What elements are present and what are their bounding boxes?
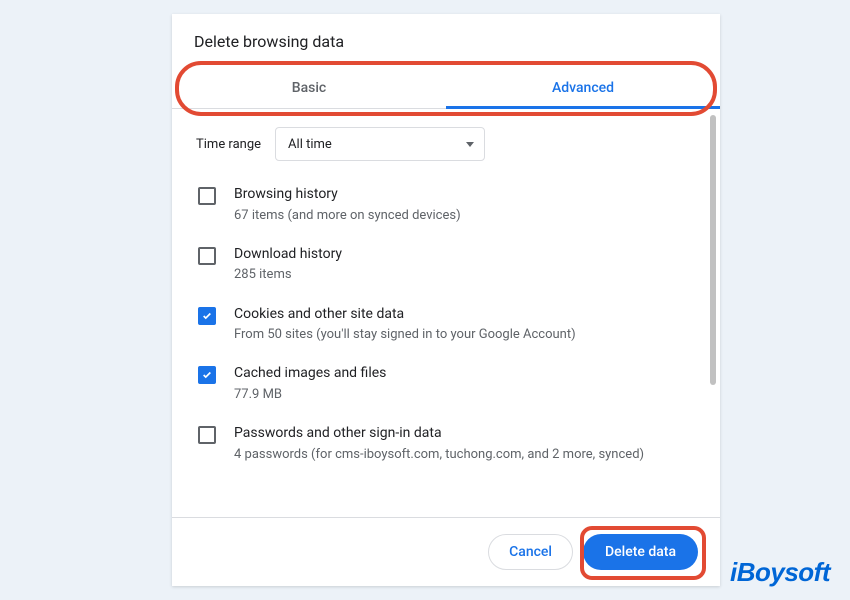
item-subtitle: From 50 sites (you'll stay signed in to … [234,326,576,344]
dialog-title: Delete browsing data [172,14,720,67]
item-subtitle: 77.9 MB [234,386,386,404]
delete-data-button[interactable]: Delete data [583,534,698,570]
time-range-row: Time range All time [196,109,696,175]
checkbox-cookies[interactable] [198,307,216,325]
dialog-body: Time range All time Browsing history 67 … [172,109,720,517]
item-subtitle: 285 items [234,266,342,284]
item-subtitle: 67 items (and more on synced devices) [234,207,461,225]
check-icon [202,311,212,321]
data-type-list: Browsing history 67 items (and more on s… [196,175,696,474]
item-text: Download history 285 items [234,245,342,285]
checkbox-cached[interactable] [198,366,216,384]
tab-advanced[interactable]: Advanced [446,67,720,108]
list-item-cached: Cached images and files 77.9 MB [196,354,696,414]
delete-data-button-label: Delete data [605,544,676,560]
item-title: Browsing history [234,185,461,205]
scrollbar[interactable] [710,115,716,385]
check-icon [202,370,212,380]
list-item-passwords: Passwords and other sign-in data 4 passw… [196,414,696,474]
time-range-select[interactable]: All time [275,127,485,161]
tab-advanced-label: Advanced [552,80,614,96]
checkbox-browsing-history[interactable] [198,187,216,205]
item-text: Passwords and other sign-in data 4 passw… [234,424,644,464]
checkbox-download-history[interactable] [198,247,216,265]
item-title: Download history [234,245,342,265]
time-range-label: Time range [196,137,261,152]
item-subtitle: 4 passwords (for cms-iboysoft.com, tucho… [234,446,644,464]
delete-browsing-data-dialog: Delete browsing data Basic Advanced Time… [172,14,720,586]
item-text: Cached images and files 77.9 MB [234,364,386,404]
checkbox-passwords[interactable] [198,426,216,444]
item-title: Cached images and files [234,364,386,384]
cancel-button[interactable]: Cancel [488,534,573,570]
dialog-footer: Cancel Delete data [172,517,720,586]
scrollbar-thumb[interactable] [710,115,716,385]
cancel-button-label: Cancel [509,544,552,560]
item-text: Cookies and other site data From 50 site… [234,305,576,345]
chevron-down-icon [466,142,474,147]
time-range-value: All time [288,137,332,152]
item-text: Browsing history 67 items (and more on s… [234,185,461,225]
list-item-cookies: Cookies and other site data From 50 site… [196,295,696,355]
item-title: Cookies and other site data [234,305,576,325]
watermark-logo: iBoysoft [730,557,830,588]
item-title: Passwords and other sign-in data [234,424,644,444]
tab-basic-label: Basic [292,80,326,96]
tab-basic[interactable]: Basic [172,67,446,108]
list-item-browsing-history: Browsing history 67 items (and more on s… [196,175,696,235]
tabs-row: Basic Advanced [172,67,720,109]
list-item-download-history: Download history 285 items [196,235,696,295]
